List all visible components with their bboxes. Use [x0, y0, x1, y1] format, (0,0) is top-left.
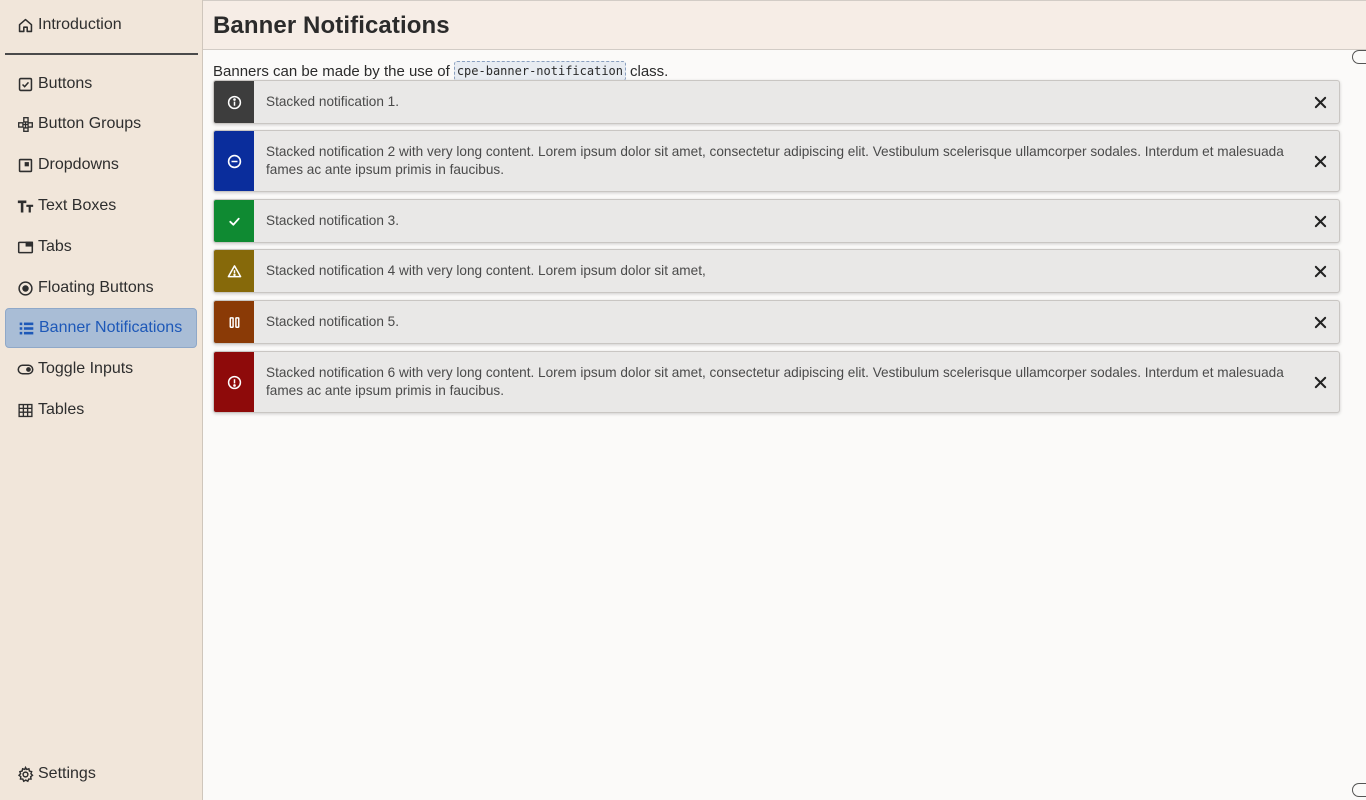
- toggle-icon: [16, 360, 34, 378]
- class-name-code: cpe-banner-notification: [453, 61, 626, 81]
- sidebar-item-toggle-inputs[interactable]: Toggle Inputs: [5, 349, 197, 389]
- checkbox-icon: [16, 75, 34, 93]
- dropdown-icon: [16, 156, 34, 174]
- minus-circle-icon: [227, 154, 241, 168]
- close-icon: [1314, 316, 1326, 328]
- text-icon: [16, 197, 34, 215]
- sidebar-item-label: Tabs: [38, 238, 72, 255]
- intro-text-after: class.: [630, 62, 669, 80]
- close-button[interactable]: [1311, 262, 1329, 280]
- home-icon: [16, 16, 34, 34]
- sidebar-item-label: Toggle Inputs: [38, 360, 134, 377]
- banner-notification: Stacked notification 2 with very long co…: [213, 130, 1340, 192]
- sidebar-item-tabs[interactable]: Tabs: [5, 227, 197, 267]
- scrollbar-top-handle[interactable]: [1352, 50, 1366, 64]
- banner-notification: Stacked notification 6 with very long co…: [213, 351, 1340, 413]
- sidebar-item-button-groups[interactable]: Button Groups: [5, 104, 197, 144]
- banner-message: Stacked notification 5.: [266, 314, 399, 329]
- list-icon: [17, 319, 35, 337]
- check-icon: [228, 217, 240, 226]
- close-icon: [1314, 265, 1326, 277]
- sidebar-divider: [5, 53, 198, 55]
- banner-notification: Stacked notification 5.: [213, 300, 1340, 344]
- close-icon: [1314, 155, 1326, 167]
- banner-message: Stacked notification 1.: [266, 94, 399, 109]
- sidebar-item-introduction[interactable]: Introduction: [5, 5, 197, 45]
- info-icon: [227, 95, 241, 109]
- sidebar-item-label: Banner Notifications: [39, 319, 183, 336]
- sidebar-item-label: Dropdowns: [38, 156, 119, 173]
- gear-icon: [16, 765, 34, 783]
- banner-stripe: [214, 131, 254, 191]
- banner-stripe: [214, 200, 254, 242]
- banner-message: Stacked notification 4 with very long co…: [266, 263, 706, 278]
- close-icon: [1314, 376, 1326, 388]
- close-icon: [1314, 96, 1326, 108]
- sidebar-item-buttons[interactable]: Buttons: [5, 64, 197, 104]
- table-icon: [16, 401, 34, 419]
- banner-notification: Stacked notification 3.: [213, 199, 1340, 243]
- banner-stripe: [214, 352, 254, 412]
- main-content: Banners can be made by the use of cpe-ba…: [203, 50, 1366, 800]
- sidebar-item-label: Text Boxes: [38, 197, 117, 214]
- banner-notification: Stacked notification 1.: [213, 80, 1340, 124]
- sidebar-item-dropdowns[interactable]: Dropdowns: [5, 145, 197, 185]
- tabs-icon: [16, 238, 34, 256]
- close-button[interactable]: [1311, 373, 1329, 391]
- close-button[interactable]: [1311, 212, 1329, 230]
- alert-circle-icon: [227, 375, 241, 389]
- banner-message: Stacked notification 3.: [266, 213, 399, 228]
- close-icon: [1314, 215, 1326, 227]
- close-button[interactable]: [1311, 152, 1329, 170]
- sidebar-item-text-boxes[interactable]: Text Boxes: [5, 186, 197, 226]
- close-button[interactable]: [1311, 313, 1329, 331]
- pause-icon: [229, 316, 239, 328]
- button-groups-icon: [16, 115, 34, 133]
- sidebar-item-label: Settings: [38, 765, 96, 782]
- intro-text: Banners can be made by the use of cpe-ba…: [213, 61, 668, 81]
- sidebar-item-banner-notifications[interactable]: Banner Notifications: [5, 308, 197, 348]
- banner-stripe: [214, 250, 254, 292]
- warning-icon: [227, 264, 241, 277]
- page-header: Banner Notifications: [203, 0, 1366, 50]
- sidebar-item-label: Floating Buttons: [38, 279, 154, 296]
- scrollbar-bottom-handle[interactable]: [1352, 783, 1366, 797]
- sidebar-item-label: Tables: [38, 401, 85, 418]
- sidebar-item-floating-buttons[interactable]: Floating Buttons: [5, 268, 197, 308]
- sidebar-item-tables[interactable]: Tables: [5, 390, 197, 430]
- sidebar-item-label: Buttons: [38, 75, 93, 92]
- sidebar-item-label: Button Groups: [38, 115, 142, 132]
- banner-notification: Stacked notification 4 with very long co…: [213, 249, 1340, 293]
- sidebar-item-settings[interactable]: Settings: [5, 754, 197, 794]
- banner-message: Stacked notification 6 with very long co…: [266, 365, 1284, 398]
- banner-stripe: [214, 301, 254, 343]
- sidebar-item-label: Introduction: [38, 16, 122, 33]
- radio-icon: [16, 279, 34, 297]
- intro-text-before: Banners can be made by the use of: [213, 62, 450, 80]
- close-button[interactable]: [1311, 93, 1329, 111]
- page-title: Banner Notifications: [213, 12, 450, 39]
- banner-message: Stacked notification 2 with very long co…: [266, 144, 1284, 177]
- sidebar: Introduction Buttons Button Groups Dropd…: [0, 0, 203, 800]
- banner-stripe: [214, 81, 254, 123]
